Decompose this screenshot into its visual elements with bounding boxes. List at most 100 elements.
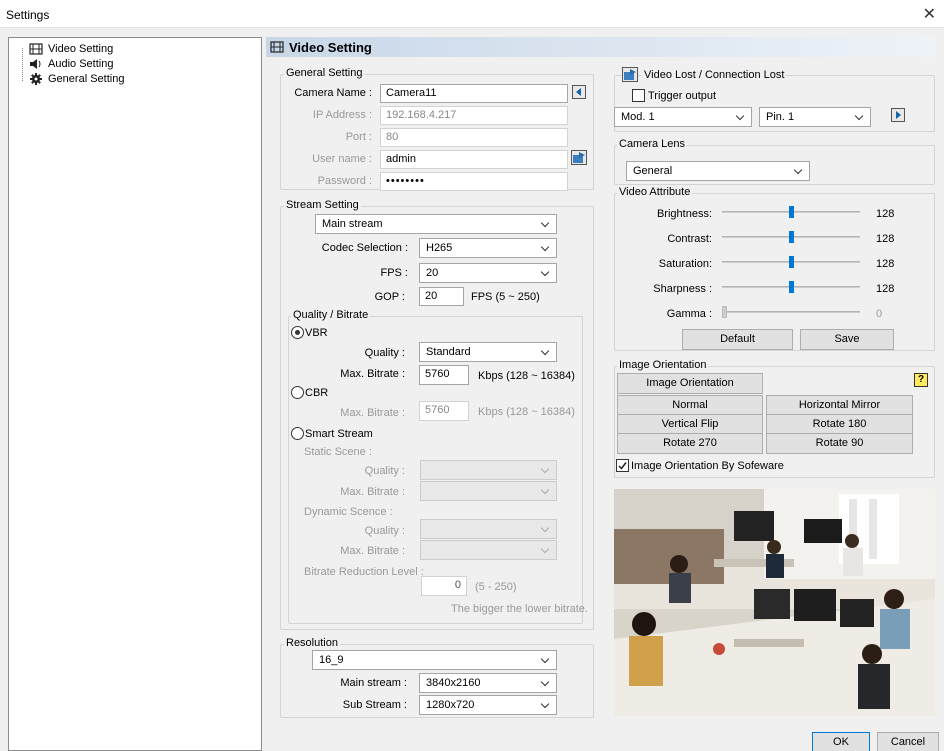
quality-select[interactable]: Standard (419, 342, 557, 362)
fps-label: FPS : (380, 267, 408, 279)
cancel-button[interactable]: Cancel (877, 732, 939, 751)
title-bar: Settings ✕ (0, 0, 944, 28)
codec-select[interactable]: H265 (419, 238, 557, 258)
close-icon[interactable]: ✕ (923, 4, 936, 24)
default-button[interactable]: Default (682, 329, 793, 350)
group-label: Video Lost / Connection Lost (642, 69, 787, 81)
ip-input[interactable]: 192.168.4.217 (380, 106, 568, 125)
software-orientation-checkbox[interactable] (616, 459, 629, 472)
dynamic-bitrate-label: Max. Bitrate : (340, 545, 405, 557)
cbr-bitrate-hint: Kbps (128 ~ 16384) (478, 406, 575, 418)
password-label: Password : (317, 175, 372, 187)
gop-hint: FPS (5 ~ 250) (471, 291, 540, 303)
reduction-input[interactable]: 0 (421, 576, 467, 596)
group-label: Camera Lens (617, 138, 688, 150)
max-bitrate-input[interactable]: 5760 (419, 365, 469, 385)
group-label: Image Orientation (617, 359, 709, 371)
contrast-slider[interactable] (722, 231, 860, 243)
gop-label: GOP : (374, 291, 405, 303)
orientation-normal-button[interactable]: Normal (617, 395, 763, 416)
ok-button[interactable]: OK (812, 732, 870, 751)
brightness-label: Brightness: (656, 208, 712, 220)
gop-input[interactable]: 20 (419, 287, 464, 306)
port-input[interactable]: 80 (380, 128, 568, 147)
reduction-note: The bigger the lower bitrate. (451, 603, 588, 615)
camera-name-input[interactable]: Camera11 (380, 84, 568, 103)
username-input[interactable]: admin (380, 150, 568, 169)
ip-label: IP Address : (312, 109, 372, 121)
dynamic-quality-label: Quality : (364, 525, 405, 537)
film-icon (29, 43, 43, 55)
static-bitrate-select[interactable] (420, 481, 557, 501)
cbr-radio[interactable] (291, 386, 304, 399)
tree-item-video[interactable]: Video Setting (29, 41, 113, 57)
vbr-label: VBR (305, 327, 328, 339)
orientation-vflip-button[interactable]: Vertical Flip (617, 414, 763, 435)
slider-thumb[interactable] (722, 306, 727, 318)
sharpness-value: 128 (876, 283, 895, 295)
camera-lens-select[interactable]: General (626, 161, 810, 181)
slider-thumb[interactable] (789, 256, 794, 268)
stream-type-select[interactable]: Main stream (315, 214, 557, 234)
window-title: Settings (6, 8, 50, 22)
main-stream-select[interactable]: 3840x2160 (419, 673, 557, 693)
trigger-output-checkbox[interactable] (632, 89, 645, 102)
saturation-value: 128 (876, 258, 895, 270)
sub-stream-label: Sub Stream : (342, 699, 407, 711)
static-bitrate-label: Max. Bitrate : (340, 486, 405, 498)
user-label: User name : (312, 153, 372, 165)
slider-thumb[interactable] (789, 281, 794, 293)
group-label: Resolution (284, 637, 340, 649)
sharpness-slider[interactable] (722, 281, 860, 293)
orientation-mirror-button[interactable]: Horizontal Mirror (766, 395, 913, 416)
pin-select[interactable]: Pin. 1 (759, 107, 871, 127)
vbr-radio[interactable] (291, 326, 304, 339)
group-label: Quality / Bitrate (291, 309, 371, 321)
cbr-label: CBR (305, 387, 329, 399)
gamma-slider[interactable] (722, 306, 860, 318)
cbr-max-bitrate-input[interactable]: 5760 (419, 401, 469, 421)
orientation-rotate90-button[interactable]: Rotate 90 (766, 433, 913, 454)
folder-export-icon[interactable] (622, 67, 638, 82)
reduction-hint: (5 - 250) (475, 581, 517, 593)
tree-item-label: Video Setting (48, 43, 114, 55)
fps-select[interactable]: 20 (419, 263, 557, 283)
brightness-slider[interactable] (722, 206, 860, 218)
gear-icon (29, 73, 43, 85)
arrow-right-icon[interactable] (891, 108, 905, 122)
camera-name-arrow-icon[interactable] (572, 85, 586, 99)
password-input[interactable]: •••••••• (380, 172, 568, 191)
orientation-rotate270-button[interactable]: Rotate 270 (617, 433, 763, 454)
tree-item-general[interactable]: General Setting (29, 71, 124, 87)
image-orientation-button[interactable]: Image Orientation (617, 373, 763, 394)
smart-stream-label: Smart Stream (305, 428, 373, 440)
help-icon[interactable]: ? (914, 373, 928, 387)
saturation-label: Saturation: (658, 258, 712, 270)
smart-stream-radio[interactable] (291, 427, 304, 440)
contrast-label: Contrast: (667, 233, 712, 245)
film-icon (270, 41, 284, 53)
bitrate-hint: Kbps (128 ~ 16384) (478, 370, 575, 382)
folder-export-icon[interactable] (571, 150, 587, 165)
group-label: Video Attribute (617, 186, 693, 198)
tree-item-audio[interactable]: Audio Setting (29, 56, 113, 72)
slider-thumb[interactable] (789, 206, 794, 218)
page-title: Video Setting (289, 39, 372, 55)
dynamic-scene-label: Dynamic Scence : (304, 506, 393, 518)
settings-tree: Video Setting Audio Setting General Sett… (8, 37, 262, 751)
aspect-select[interactable]: 16_9 (312, 650, 557, 670)
dynamic-quality-select[interactable] (420, 519, 557, 539)
module-select[interactable]: Mod. 1 (614, 107, 752, 127)
sharpness-label: Sharpness : (653, 283, 712, 295)
static-scene-label: Static Scene : (304, 446, 372, 458)
gamma-label: Gamma : (666, 308, 712, 320)
save-button[interactable]: Save (800, 329, 894, 350)
static-quality-select[interactable] (420, 460, 557, 480)
camera-preview-image (614, 489, 935, 716)
dynamic-bitrate-select[interactable] (420, 540, 557, 560)
slider-thumb[interactable] (789, 231, 794, 243)
orientation-rotate180-button[interactable]: Rotate 180 (766, 414, 913, 435)
sub-stream-select[interactable]: 1280x720 (419, 695, 557, 715)
saturation-slider[interactable] (722, 256, 860, 268)
cbr-max-bitrate-label: Max. Bitrate : (340, 407, 405, 419)
